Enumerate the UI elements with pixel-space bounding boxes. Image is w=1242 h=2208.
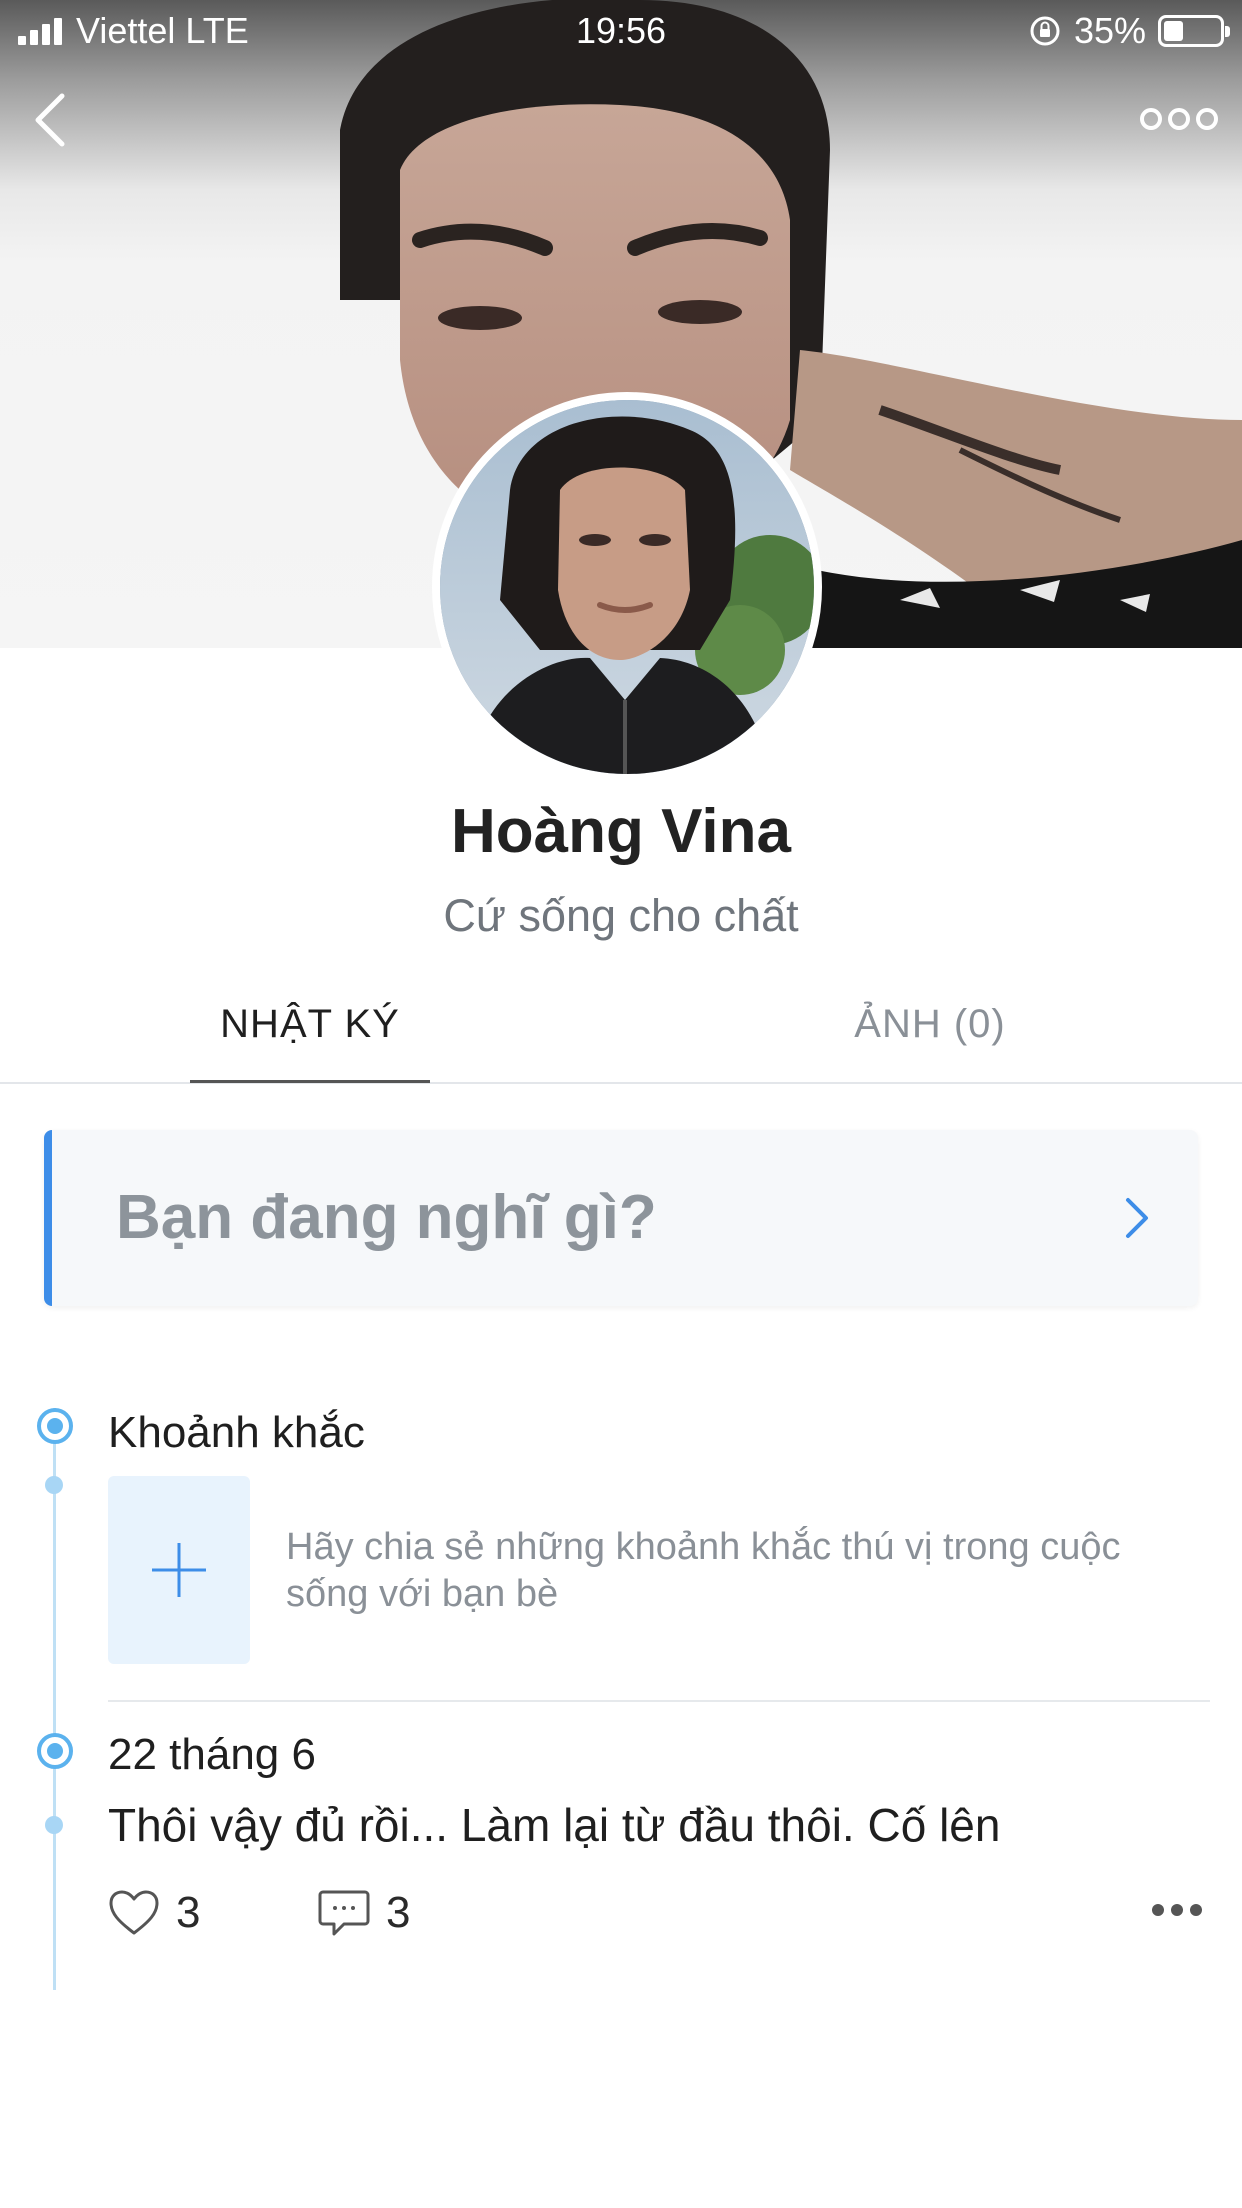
- compose-placeholder: Bạn đang nghĩ gì?: [116, 1183, 657, 1252]
- moments-hint: Hãy chia sẻ những khoảnh khắc thú vị tro…: [286, 1526, 1121, 1615]
- plus-icon: [152, 1543, 206, 1597]
- more-options-button[interactable]: [1140, 108, 1220, 130]
- more-dot-icon: [1196, 108, 1218, 130]
- battery-percent: 35%: [1073, 10, 1146, 51]
- more-dot-icon: [1140, 108, 1162, 130]
- timeline-dot-icon: [37, 1408, 73, 1444]
- timeline-node-icon: [45, 1476, 63, 1494]
- tab-diary[interactable]: NHẬT KÝ: [190, 1002, 430, 1047]
- battery-icon: [1158, 15, 1230, 47]
- avatar-image: [440, 400, 814, 774]
- back-button[interactable]: [30, 90, 90, 160]
- chevron-right-icon: [1126, 1198, 1148, 1238]
- comment-count: 3: [386, 1888, 411, 1937]
- more-dot-icon: [1190, 1904, 1202, 1916]
- more-dot-icon: [1168, 108, 1190, 130]
- profile-tabs: NHẬT KÝ ẢNH (0): [0, 972, 1242, 1084]
- divider: [108, 1700, 1210, 1702]
- heart-icon: [109, 1890, 159, 1935]
- timeline-node-icon: [45, 1816, 63, 1834]
- comment-icon: [318, 1890, 370, 1936]
- more-dot-icon: [1171, 1904, 1183, 1916]
- post-date: 22 tháng 6: [108, 1730, 316, 1779]
- compose-post-button[interactable]: Bạn đang nghĩ gì?: [44, 1130, 1198, 1306]
- more-dot-icon: [1152, 1904, 1164, 1916]
- moments-title: Khoảnh khắc: [108, 1408, 365, 1457]
- status-bar: Viettel LTE 19:56 35%: [0, 0, 1242, 60]
- orientation-lock-icon: [1030, 16, 1060, 46]
- timeline-line: [53, 1408, 56, 1990]
- avatar[interactable]: [432, 392, 822, 782]
- profile-status: Cứ sống cho chất: [443, 890, 799, 941]
- chevron-left-icon: [35, 93, 65, 147]
- active-tab-indicator: [190, 1080, 430, 1083]
- profile-name: Hoàng Vina: [451, 797, 791, 866]
- post-more-button[interactable]: [1152, 1904, 1202, 1916]
- like-button[interactable]: 3: [108, 1888, 200, 1938]
- comment-button[interactable]: 3: [318, 1888, 410, 1938]
- post-text[interactable]: Thôi vậy đủ rồi... Làm lại từ đầu thôi. …: [108, 1798, 1000, 1852]
- add-moment-button[interactable]: [108, 1476, 250, 1664]
- timeline-dot-icon: [37, 1733, 73, 1769]
- like-count: 3: [176, 1888, 201, 1937]
- tab-photos[interactable]: ẢNH (0): [810, 1002, 1050, 1047]
